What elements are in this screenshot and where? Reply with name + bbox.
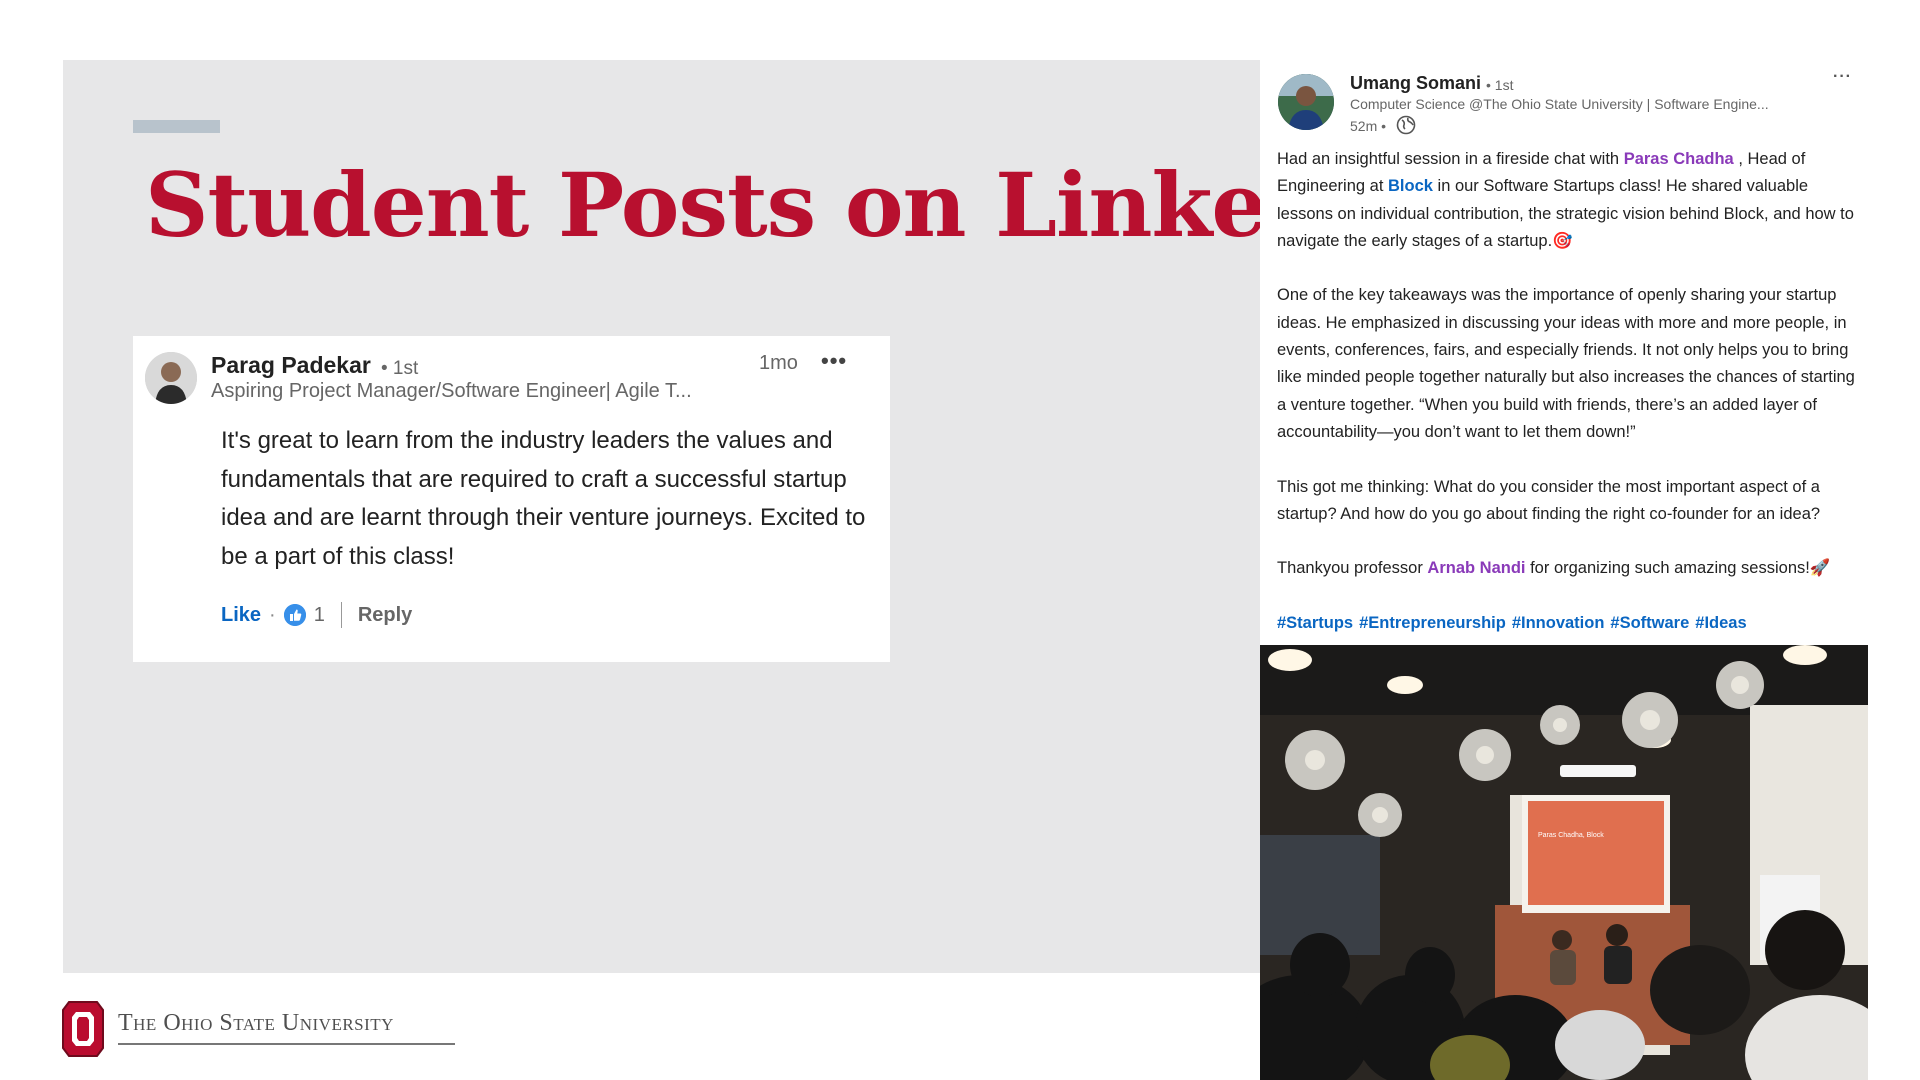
more-options-icon[interactable]: •••: [821, 348, 847, 374]
post-text: Thankyou professor: [1277, 559, 1428, 578]
action-divider: [340, 602, 342, 628]
post-paragraph: Had an insightful session in a fireside …: [1277, 146, 1865, 255]
comment-author-headline: Aspiring Project Manager/Software Engine…: [211, 380, 692, 402]
hashtag-list: #Startups #Entrepreneurship #Innovation #So…: [1277, 610, 1865, 637]
post-text: Had an insightful session in a fireside …: [1277, 150, 1624, 168]
linkedin-post: Umang Somani • 1st Computer Science @The…: [1260, 60, 1868, 1080]
post-paragraph: This got me thinking: What do you consid…: [1277, 477, 1821, 523]
university-wordmark: The Ohio State University: [118, 1010, 394, 1037]
connection-degree: • 1st: [381, 358, 419, 379]
hashtag-link[interactable]: #Ideas: [1695, 614, 1746, 632]
avatar[interactable]: [145, 352, 197, 404]
thumbs-up-icon: [283, 604, 306, 626]
company-link[interactable]: Block: [1388, 177, 1433, 195]
wordmark-underline: [118, 1043, 455, 1045]
more-options-icon[interactable]: ···: [1833, 68, 1852, 86]
post-photo[interactable]: Paras Chadha, Block: [1260, 645, 1868, 1080]
comment-card: Parag Padekar • 1st Aspiring Project Man…: [133, 336, 890, 662]
title-accent-bar: [133, 120, 220, 133]
hashtag-link[interactable]: #Startups: [1277, 614, 1353, 632]
mention-link[interactable]: Paras Chadha: [1624, 150, 1734, 168]
post-author-headline: Computer Science @The Ohio State Univers…: [1350, 96, 1769, 112]
hashtag-link[interactable]: #Entrepreneurship: [1359, 614, 1506, 632]
reply-button[interactable]: Reply: [358, 604, 412, 627]
comment-author-name[interactable]: Parag Padekar: [211, 352, 371, 379]
post-timestamp: 52m •: [1350, 118, 1387, 134]
post-text: for organizing such amazing sessions!🚀: [1525, 559, 1831, 578]
connection-degree: • 1st: [1486, 77, 1514, 93]
university-wordmark-text: The Ohio State University: [118, 1010, 394, 1036]
hashtag-link[interactable]: #Innovation: [1512, 614, 1605, 632]
avatar[interactable]: [1278, 74, 1334, 130]
like-button[interactable]: Like: [221, 604, 261, 627]
post-paragraph: Thankyou professor Arnab Nandi for organ…: [1277, 555, 1865, 582]
comment-timestamp: 1mo: [759, 352, 798, 374]
comment-actions: Like · 1 Reply: [221, 602, 412, 628]
post-paragraph: One of the key takeaways was the importa…: [1277, 286, 1855, 441]
separator-dot: ·: [269, 603, 276, 626]
mention-link[interactable]: Arnab Nandi: [1427, 559, 1525, 577]
comment-text: It's great to learn from the industry le…: [221, 427, 866, 570]
like-count: 1: [313, 603, 325, 626]
hashtag-link[interactable]: #Software: [1610, 614, 1689, 632]
slide-title: Student Posts on LinkedIn: [145, 153, 1431, 257]
screen-slide-text: Paras Chadha, Block: [1538, 832, 1604, 839]
post-author-name[interactable]: Umang Somani: [1350, 73, 1481, 94]
osu-block-o-logo: [61, 1000, 105, 1058]
globe-icon: [1396, 115, 1416, 135]
post-body: Had an insightful session in a fireside …: [1277, 146, 1865, 637]
